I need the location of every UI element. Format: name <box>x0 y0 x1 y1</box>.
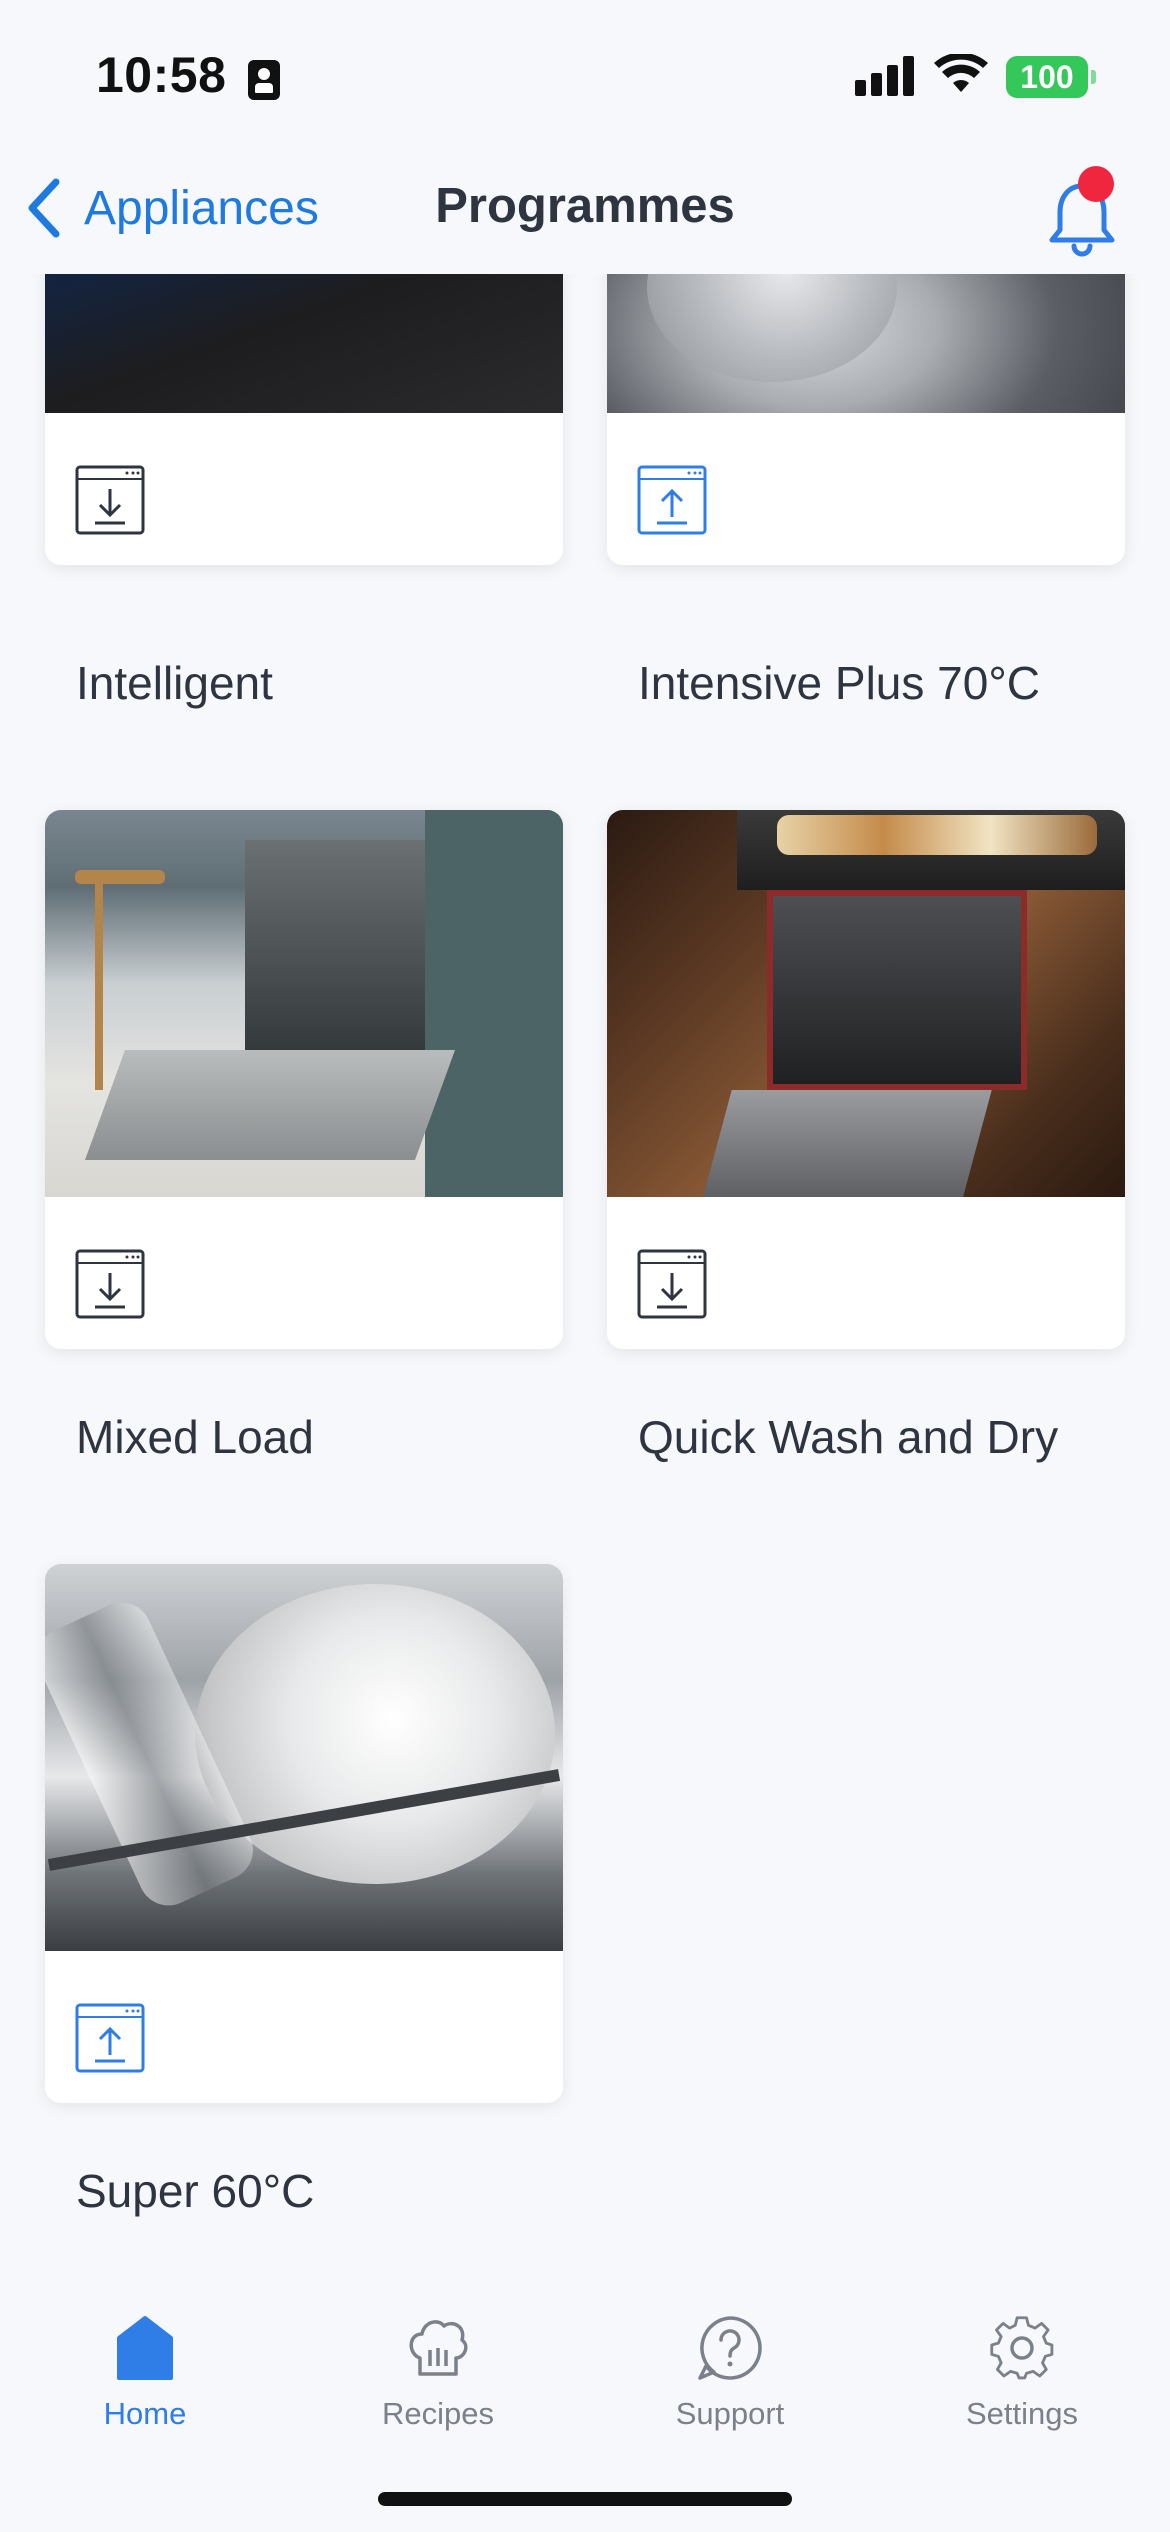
tab-support[interactable]: Support <box>630 2294 830 2454</box>
help-icon <box>698 2316 762 2380</box>
tab-label: Recipes <box>382 2396 494 2431</box>
chef-hat-icon <box>409 2320 468 2376</box>
stool-leg <box>95 870 103 1090</box>
screen: 10:58 100 Appliances Programmes Intellig… <box>0 0 1170 2532</box>
programme-card-quick-wash-dry[interactable] <box>607 810 1125 1349</box>
battery-cap <box>1091 70 1096 84</box>
programme-image <box>45 274 563 413</box>
notification-badge <box>1078 166 1114 202</box>
open-door-graphic <box>702 1090 992 1197</box>
tab-recipes[interactable]: Recipes <box>338 2294 538 2454</box>
programme-label: Mixed Load <box>76 1411 314 1463</box>
upload-icon <box>637 465 707 535</box>
card-footer <box>45 413 563 565</box>
cellular-signal-icon <box>855 56 915 96</box>
download-icon <box>637 1249 707 1319</box>
tab-settings[interactable]: Settings <box>922 2294 1122 2454</box>
battery-indicator: 100 <box>1006 56 1088 98</box>
download-icon <box>75 465 145 535</box>
dishwasher-interior-graphic <box>245 840 425 1070</box>
tab-label: Home <box>103 2396 187 2431</box>
card-footer <box>45 1197 563 1349</box>
programme-card-intelligent[interactable] <box>45 274 563 565</box>
pan-graphic <box>647 274 897 382</box>
tab-home[interactable]: Home <box>45 2294 245 2454</box>
programme-grid: Intelligent Intensive Plus 70°C Mixed Lo… <box>0 274 1170 2274</box>
cabinet-graphic <box>425 810 563 1197</box>
home-indicator <box>378 2492 792 2506</box>
status-bar: 10:58 100 <box>0 0 1170 150</box>
card-footer <box>45 1951 563 2103</box>
programme-label: Intelligent <box>76 657 273 709</box>
programme-image <box>607 274 1125 413</box>
nav-header: Appliances Programmes <box>0 150 1170 274</box>
programme-label: Super 60°C <box>76 2165 315 2217</box>
page-title: Programmes <box>435 179 735 233</box>
programme-label: Quick Wash and Dry <box>638 1411 1059 1463</box>
programme-image <box>45 810 563 1197</box>
status-time: 10:58 <box>96 47 227 103</box>
food-platter-graphic <box>777 815 1097 855</box>
wifi-icon <box>934 54 988 92</box>
programme-card-super-60[interactable] <box>45 1564 563 2103</box>
card-footer <box>607 1197 1125 1349</box>
card-footer <box>607 413 1125 565</box>
upload-icon <box>75 2003 145 2073</box>
contact-card-icon <box>248 60 280 100</box>
programme-image <box>607 810 1125 1197</box>
home-icon <box>117 2316 173 2380</box>
stool-seat <box>75 870 165 884</box>
tab-label: Support <box>675 2396 785 2431</box>
programme-card-intensive-plus[interactable] <box>607 274 1125 565</box>
gear-icon <box>990 2316 1054 2380</box>
open-door-graphic <box>84 1050 456 1160</box>
download-icon <box>75 1249 145 1319</box>
programme-card-mixed-load[interactable] <box>45 810 563 1349</box>
tab-label: Settings <box>965 2396 1078 2431</box>
programme-image <box>45 1564 563 1951</box>
dishwasher-interior-graphic <box>767 890 1027 1090</box>
programme-label: Intensive Plus 70°C <box>638 657 1040 709</box>
